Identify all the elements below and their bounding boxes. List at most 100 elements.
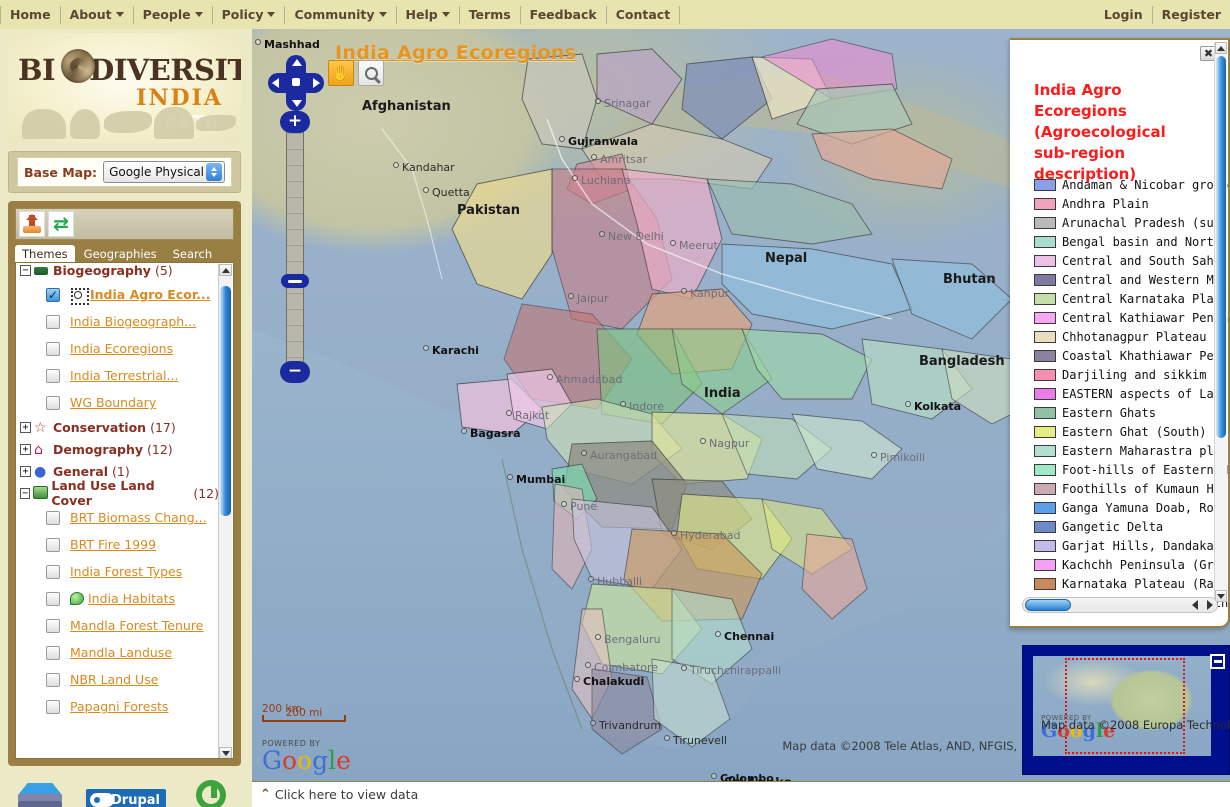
register-link[interactable]: Register — [1153, 0, 1230, 29]
layer-label[interactable]: Papagni Forests — [70, 699, 168, 714]
layer-item[interactable]: India Terrestrial... — [20, 362, 219, 389]
layer-label[interactable]: Mandla Landuse — [70, 645, 172, 660]
expand-toggle-icon[interactable]: + — [20, 422, 31, 433]
layer-label[interactable]: India Forest Types — [70, 564, 182, 579]
layer-item[interactable]: India Forest Types — [20, 558, 219, 585]
zoom-mode-button[interactable] — [358, 60, 384, 86]
layer-item[interactable]: NBR Land Use — [20, 666, 219, 693]
legend-horizontal-scrollbar[interactable] — [1022, 597, 1218, 613]
city-label: Pimikoili — [880, 451, 925, 464]
layer-label[interactable]: WG Boundary — [70, 395, 156, 410]
layer-checkbox[interactable] — [46, 315, 60, 329]
layer-label[interactable]: BRT Fire 1999 — [70, 537, 156, 552]
layer-item[interactable]: India Ecoregions — [20, 335, 219, 362]
layer-item[interactable]: India Habitats — [20, 585, 219, 612]
expand-toggle-icon[interactable]: + — [20, 466, 31, 477]
nav-item-people[interactable]: People — [134, 0, 212, 29]
layer-checkbox[interactable] — [46, 342, 60, 356]
scrollbar-thumb[interactable] — [220, 286, 231, 516]
pan-control[interactable] — [268, 55, 324, 111]
city-label: Karachi — [432, 344, 479, 357]
layer-item[interactable]: BRT Fire 1999 — [20, 531, 219, 558]
expand-toggle-icon[interactable]: + — [20, 444, 31, 455]
layer-checkbox[interactable] — [46, 592, 60, 606]
legend-color-swatch — [1034, 388, 1056, 400]
layer-label[interactable]: India Terrestrial... — [70, 368, 178, 383]
panel-tab-search[interactable]: Search — [166, 245, 220, 262]
layer-group-biogeography[interactable]: −Biogeography(5) — [20, 262, 219, 281]
zoom-slider[interactable]: + − — [280, 111, 310, 383]
overview-map[interactable]: POWERED BY Google Map data ©2008 Europa … — [1022, 645, 1230, 775]
nav-item-home[interactable]: Home — [1, 0, 60, 29]
layer-label[interactable]: India Habitats — [88, 591, 175, 606]
layer-label[interactable]: BRT Biomass Chang... — [70, 510, 207, 525]
nav-item-terms[interactable]: Terms — [460, 0, 520, 29]
nav-item-about[interactable]: About — [61, 0, 133, 29]
upload-layer-button[interactable] — [19, 211, 45, 237]
zoom-in-button[interactable]: + — [280, 111, 310, 133]
scroll-left-arrow-icon[interactable] — [1187, 598, 1202, 612]
minimize-icon[interactable] — [1210, 654, 1225, 669]
pan-mode-button[interactable]: ✋ — [328, 60, 354, 86]
layer-checkbox[interactable] — [46, 369, 60, 383]
layer-group-conservation[interactable]: +☆Conservation(17) — [20, 416, 219, 438]
layer-item[interactable]: ✓ India Agro Ecor... — [20, 281, 219, 308]
layer-item[interactable]: WG Boundary — [20, 389, 219, 416]
layer-checkbox[interactable] — [46, 396, 60, 410]
layer-item[interactable]: India Biogeograph... — [20, 308, 219, 335]
refresh-layers-button[interactable]: ⇄ — [48, 211, 74, 237]
layer-checkbox[interactable]: ✓ — [46, 288, 60, 302]
scroll-down-arrow-icon[interactable] — [219, 747, 232, 759]
zoom-slider-handle[interactable] — [281, 274, 309, 288]
layer-item[interactable]: Papagni Forests — [20, 693, 219, 720]
spinner-arrows-icon[interactable] — [206, 163, 222, 181]
expand-toggle-icon[interactable]: − — [20, 488, 30, 499]
nav-item-help[interactable]: Help — [397, 0, 459, 29]
layer-toolbar: ⇄ — [15, 208, 234, 240]
layer-checkbox[interactable] — [46, 673, 60, 687]
layer-item[interactable]: Mandla Forest Tenure — [20, 612, 219, 639]
open-source-logo[interactable]: open source — [188, 780, 234, 807]
login-link[interactable]: Login — [1095, 0, 1152, 29]
legend-item-label: Central Karnataka Plat — [1062, 292, 1221, 306]
layer-tree-scrollbar[interactable] — [218, 264, 232, 759]
layer-checkbox[interactable] — [46, 619, 60, 633]
nav-item-contact[interactable]: Contact — [607, 0, 679, 29]
site-logo[interactable]: BIDIVERSITY INDIA BETA — [8, 33, 241, 143]
base-map-select[interactable]: Google Physical — [103, 161, 225, 183]
city-marker-icon — [461, 428, 467, 434]
zoom-to-layer-icon[interactable] — [70, 288, 86, 302]
layer-checkbox[interactable] — [46, 646, 60, 660]
nav-item-feedback[interactable]: Feedback — [521, 0, 606, 29]
scroll-right-arrow-icon[interactable] — [1202, 598, 1217, 612]
layer-item[interactable]: BRT Biomass Chang... — [20, 504, 219, 531]
panel-tab-themes[interactable]: Themes — [15, 245, 75, 262]
nav-item-community[interactable]: Community — [285, 0, 395, 29]
expand-toggle-icon[interactable]: − — [20, 265, 31, 276]
layer-label[interactable]: Mandla Forest Tenure — [70, 618, 203, 633]
layer-label[interactable]: NBR Land Use — [70, 672, 158, 687]
layer-checkbox[interactable] — [46, 511, 60, 525]
scroll-up-arrow-icon[interactable] — [1215, 42, 1227, 54]
zoom-slider-track[interactable] — [286, 131, 304, 363]
layer-group-land-use-land-cover[interactable]: −Land Use Land Cover(12) — [20, 482, 219, 504]
panel-tab-geographies[interactable]: Geographies — [77, 245, 164, 262]
layer-checkbox[interactable] — [46, 700, 60, 714]
layer-item[interactable]: Mandla Landuse — [20, 639, 219, 666]
layer-label[interactable]: India Ecoregions — [70, 341, 173, 356]
scrollbar-thumb[interactable] — [1025, 599, 1071, 611]
scroll-up-arrow-icon[interactable] — [219, 264, 232, 276]
overview-map-image[interactable]: POWERED BY Google Map data ©2008 Europa … — [1033, 656, 1211, 756]
layer-label[interactable]: India Agro Ecor... — [90, 287, 210, 302]
chevron-down-icon — [267, 12, 275, 17]
zoom-out-button[interactable]: − — [280, 361, 310, 383]
layer-checkbox[interactable] — [46, 538, 60, 552]
layer-label[interactable]: India Biogeograph... — [70, 314, 196, 329]
layer-checkbox[interactable] — [46, 565, 60, 579]
drupal-logo[interactable]: Drupal — [86, 789, 166, 807]
scrollbar-thumb[interactable] — [1216, 56, 1226, 438]
nav-item-policy[interactable]: Policy — [213, 0, 285, 29]
legend-vertical-scrollbar[interactable] — [1214, 42, 1227, 602]
layer-group-demography[interactable]: +⌂Demography(12) — [20, 438, 219, 460]
view-data-bar[interactable]: ⌃ Click here to view data — [252, 781, 1230, 807]
